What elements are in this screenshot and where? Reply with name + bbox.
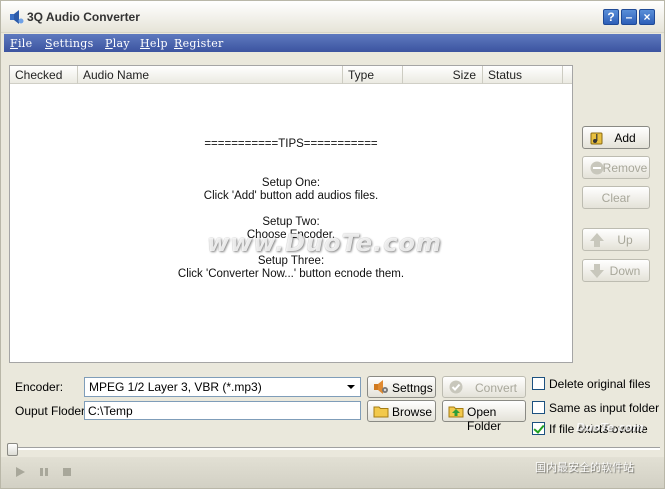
close-button[interactable]: × <box>639 9 655 25</box>
pause-icon[interactable] <box>37 465 51 479</box>
same-as-input-box[interactable] <box>532 401 545 414</box>
clear-button[interactable]: Clear <box>582 186 650 209</box>
menu-bar: File Settings Play Help Register <box>4 34 661 52</box>
settings-button-label: Settngs <box>392 381 433 395</box>
minimize-button[interactable]: – <box>621 9 637 25</box>
seek-thumb[interactable] <box>7 443 18 456</box>
up-button-label: Up <box>617 233 633 247</box>
up-button[interactable]: Up <box>582 228 650 251</box>
delete-original-checkbox[interactable]: Delete original files <box>532 376 662 392</box>
tips-header: ===========TIPS=========== <box>204 138 378 150</box>
browse-button-label: Browse <box>392 405 433 419</box>
delete-original-box[interactable] <box>532 377 545 390</box>
settings-speaker-icon <box>374 380 388 394</box>
remove-button[interactable]: Remove <box>582 156 650 179</box>
remove-button-label: Remove <box>602 161 648 175</box>
clear-button-label: Clear <box>601 191 631 205</box>
open-folder-button[interactable]: Open Folder <box>442 400 526 433</box>
app-speaker-icon <box>10 10 24 24</box>
open-folder-button-label: Open Folder <box>467 405 502 433</box>
stop-icon[interactable] <box>60 465 74 479</box>
play-icon[interactable] <box>13 465 27 479</box>
menu-play[interactable]: Play <box>105 37 130 50</box>
list-header: Checked Audio Name Type Size Status <box>10 66 572 84</box>
watermark-text: www.DuoTe.com <box>207 229 442 257</box>
down-button-label: Down <box>609 264 641 278</box>
encoder-select[interactable]: MPEG 1/2 Layer 3, VBR (*.mp3) <box>84 377 361 397</box>
help-button[interactable]: ? <box>603 9 619 25</box>
output-folder-label: Ouput Floder: <box>15 404 89 418</box>
window-title: 3Q Audio Converter <box>27 10 140 24</box>
column-type[interactable]: Type <box>343 66 403 84</box>
convert-icon <box>449 380 463 394</box>
down-button[interactable]: Down <box>582 259 650 282</box>
overwrite-box[interactable] <box>532 422 545 435</box>
same-as-input-checkbox[interactable]: Same as input folder <box>532 400 662 416</box>
tips-step3-text: Click 'Converter Now...' button ecnode t… <box>177 268 405 280</box>
chevron-down-icon[interactable] <box>343 379 359 395</box>
audio-file-list[interactable]: Checked Audio Name Type Size Status ====… <box>9 65 573 363</box>
convert-button-label: Convert <box>475 381 518 395</box>
column-checked[interactable]: Checked <box>10 66 78 84</box>
tips-step2-title: Setup Two: <box>262 216 320 228</box>
menu-settings[interactable]: Settings <box>45 37 94 50</box>
corner-watermark-logo: DuoTe.com <box>576 421 644 434</box>
tips-step1-text: Click 'Add' button add audios files. <box>203 190 379 202</box>
folder-icon <box>373 406 389 418</box>
column-audio-name[interactable]: Audio Name <box>78 66 343 84</box>
menu-help[interactable]: Help <box>140 37 168 50</box>
encoder-label: Encoder: <box>15 380 64 394</box>
title-bar[interactable]: 3Q Audio Converter ? – × <box>1 1 664 33</box>
convert-button[interactable]: Convert <box>442 376 526 398</box>
tips-step1-title: Setup One: <box>261 177 321 189</box>
output-folder-value: C:\Temp <box>88 404 133 418</box>
same-as-input-label: Same as input folder <box>549 401 660 415</box>
open-folder-icon <box>448 406 464 418</box>
tips-panel: ===========TIPS=========== Setup One: Cl… <box>10 138 572 281</box>
delete-original-label: Delete original files <box>549 377 651 391</box>
menu-file[interactable]: File <box>10 37 32 50</box>
settings-button[interactable]: Settngs <box>367 376 436 398</box>
browse-button[interactable]: Browse <box>367 400 436 422</box>
app-window: 3Q Audio Converter ? – × File Settings P… <box>0 0 665 489</box>
menu-register[interactable]: Register <box>174 37 224 50</box>
corner-watermark-text: 国内最安全的软件站 <box>535 461 634 474</box>
seek-track[interactable] <box>8 447 660 450</box>
column-status[interactable]: Status <box>483 66 563 84</box>
encoder-value: MPEG 1/2 Layer 3, VBR (*.mp3) <box>89 380 262 394</box>
column-size[interactable]: Size <box>403 66 483 84</box>
add-button-label: Add <box>614 131 636 145</box>
output-folder-input[interactable]: C:\Temp <box>84 401 361 420</box>
add-button[interactable]: Add <box>582 126 650 149</box>
